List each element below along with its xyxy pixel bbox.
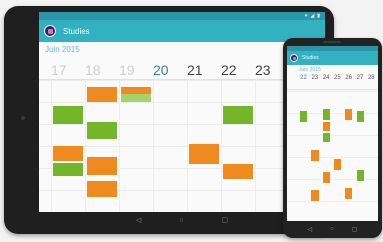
day-gridline (51, 80, 52, 212)
phone-screen: Studies Juin 2015 22 23 24 25 26 27 28 (287, 46, 378, 221)
day-header[interactable]: 22 (221, 56, 255, 78)
calendar-event[interactable] (223, 163, 253, 179)
calendar-event[interactable] (322, 172, 330, 184)
day-gridline (85, 80, 86, 212)
calendar-event[interactable] (53, 106, 83, 124)
calendar-event[interactable] (322, 132, 330, 142)
day-gridline (119, 80, 120, 212)
hour-gridline (287, 157, 378, 158)
recents-icon[interactable]: ▢ (222, 216, 229, 224)
calendar-event[interactable] (53, 146, 83, 162)
hour-gridline (287, 91, 378, 92)
day-number: 22 (221, 62, 237, 78)
calendar-event[interactable] (53, 162, 83, 176)
recents-icon[interactable]: ▢ (352, 226, 358, 233)
calendar-event[interactable] (223, 106, 253, 124)
day-header[interactable]: 17 (51, 56, 85, 78)
calendar-event[interactable] (356, 170, 364, 182)
phone-app-logo-icon[interactable] (290, 54, 298, 62)
calendar-event[interactable] (333, 159, 342, 171)
day-number: 18 (85, 62, 101, 78)
home-icon[interactable]: ○ (179, 217, 183, 224)
day-header[interactable]: 22 (298, 74, 309, 83)
calendar-event[interactable] (87, 86, 117, 102)
day-gridline (255, 80, 256, 212)
hour-gridline (287, 201, 378, 202)
day-header[interactable]: 28 (366, 74, 377, 83)
calendar-event[interactable] (345, 108, 353, 120)
calendar-event[interactable] (356, 110, 364, 122)
hour-gridline (287, 179, 378, 180)
calendar-event[interactable] (189, 143, 219, 164)
battery-icon: ▮ (317, 13, 320, 19)
day-number: 25 (334, 75, 341, 81)
phone-app-bar: Studies (287, 51, 378, 65)
app-bar: Studies (39, 20, 325, 42)
back-icon[interactable]: ◁ (308, 226, 313, 233)
day-number: 23 (311, 75, 319, 81)
day-number: 19 (119, 62, 135, 78)
calendar-event[interactable] (87, 157, 117, 175)
day-number: 20 (153, 62, 169, 78)
app-logo-icon[interactable] (44, 25, 56, 37)
day-number: 21 (187, 62, 203, 78)
day-header[interactable]: 21 (187, 56, 221, 78)
phone-device: Studies Juin 2015 22 23 24 25 26 27 28 ◁ ○ ▢ (283, 38, 382, 238)
day-gridline (187, 80, 188, 212)
day-number: 26 (345, 75, 353, 81)
day-number: 24 (322, 75, 330, 81)
camera (21, 116, 25, 120)
calendar-event[interactable] (87, 181, 117, 197)
calendar-event[interactable] (121, 86, 151, 95)
day-header[interactable]: 27 (355, 74, 366, 83)
wifi-icon: ▾ (304, 13, 308, 19)
signal-icon: ◢ (310, 13, 315, 19)
phone-app-title: Studies (302, 55, 319, 61)
phone-calendar-grid (287, 91, 378, 221)
day-number: 28 (367, 75, 375, 81)
day-number: 22 (300, 75, 307, 81)
calendar-event[interactable] (322, 108, 330, 120)
phone-week-days-header: 22 23 24 25 26 27 28 (287, 74, 378, 90)
phone-nav-bar: ◁ ○ ▢ (287, 223, 378, 235)
day-header[interactable]: 24 (321, 74, 332, 83)
day-number: 17 (51, 62, 67, 78)
day-number: 27 (356, 75, 364, 81)
day-header[interactable]: 18 (85, 56, 119, 78)
day-gridline (221, 80, 222, 212)
calendar-event[interactable] (121, 94, 151, 102)
calendar-event[interactable] (300, 110, 308, 122)
phone-month-label: Juin 2015 (299, 66, 321, 73)
day-header[interactable]: 26 (343, 74, 354, 83)
status-bar: ▾ ◢ ▮ (39, 12, 325, 20)
calendar-event[interactable] (322, 121, 330, 131)
calendar-event[interactable] (87, 121, 117, 140)
calendar-event[interactable] (345, 187, 353, 199)
day-header[interactable]: 20 (153, 56, 187, 78)
speaker (323, 41, 341, 43)
day-header[interactable]: 19 (119, 56, 153, 78)
day-header[interactable]: 25 (332, 74, 343, 83)
home-icon[interactable]: ○ (330, 226, 334, 232)
back-icon[interactable]: ◁ (136, 216, 141, 224)
day-gridline (153, 80, 154, 212)
day-header[interactable]: 23 (309, 74, 320, 83)
calendar-event[interactable] (311, 150, 319, 162)
app-title: Studies (63, 26, 90, 36)
hour-gridline (287, 135, 378, 136)
calendar-event[interactable] (311, 190, 319, 201)
